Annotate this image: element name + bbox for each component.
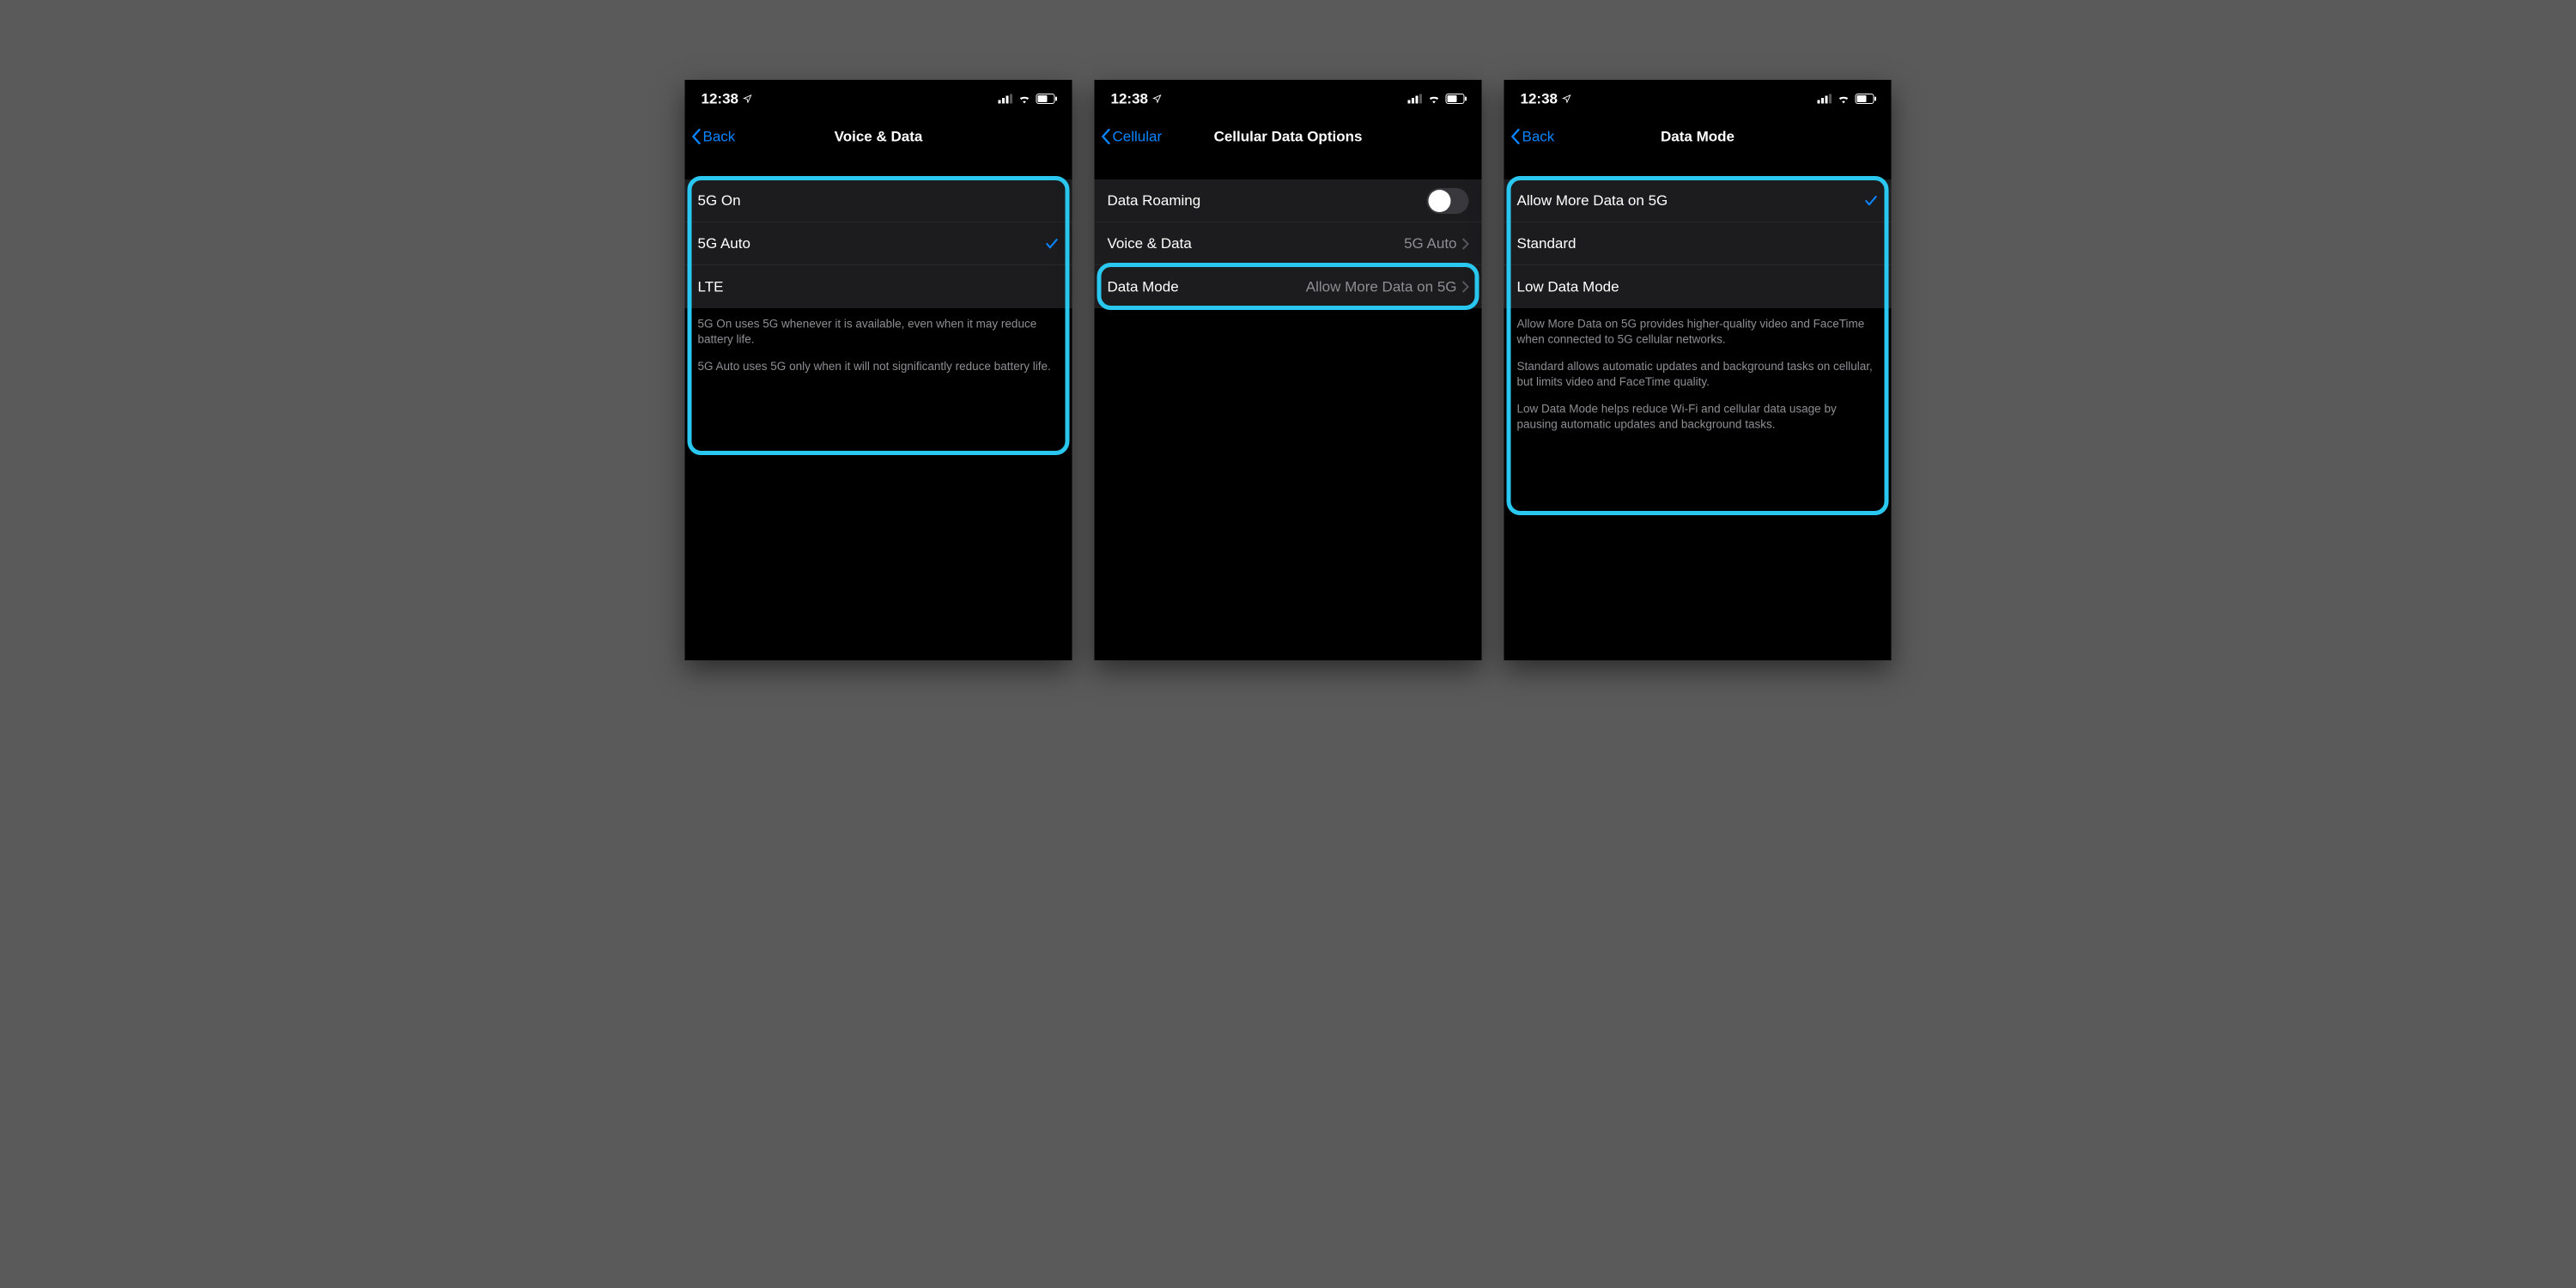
screen-data-mode: 12:38 Back Data Mode Allow More: [1504, 80, 1892, 660]
option-label: Low Data Mode: [1517, 278, 1619, 295]
wifi-icon: [1428, 94, 1441, 104]
option-standard[interactable]: Standard: [1504, 222, 1892, 265]
checkmark-icon: [1864, 193, 1879, 208]
footer-description: 5G On uses 5G whenever it is available, …: [685, 308, 1072, 374]
screen-cellular-data-options: 12:38 Cellular Cellular Data Options: [1095, 80, 1482, 660]
row-data-roaming[interactable]: Data Roaming: [1095, 179, 1482, 222]
status-time: 12:38: [1111, 90, 1148, 107]
row-label: Voice & Data: [1108, 235, 1192, 252]
screen-voice-and-data: 12:38 Back Voice & Data 5G On: [685, 80, 1072, 660]
back-button[interactable]: Back: [691, 128, 736, 145]
page-title: Voice & Data: [685, 128, 1072, 145]
option-lte[interactable]: LTE: [685, 265, 1072, 308]
chevron-right-icon: [1462, 238, 1469, 250]
voice-data-options-group: 5G On 5G Auto LTE: [685, 179, 1072, 308]
toggle-knob: [1429, 190, 1451, 212]
back-button[interactable]: Back: [1510, 128, 1555, 145]
battery-icon: [1856, 94, 1877, 104]
battery-icon: [1446, 94, 1467, 104]
checkmark-icon: [1045, 236, 1060, 251]
option-label: 5G Auto: [698, 235, 750, 252]
back-label: Back: [703, 128, 736, 145]
page-title: Data Mode: [1504, 128, 1892, 145]
option-allow-more-5g[interactable]: Allow More Data on 5G: [1504, 179, 1892, 222]
status-bar: 12:38: [1095, 80, 1482, 118]
chevron-left-icon: [691, 129, 702, 145]
status-bar: 12:38: [1504, 80, 1892, 118]
status-time: 12:38: [1521, 90, 1558, 107]
row-label: Data Mode: [1108, 278, 1179, 295]
row-value: 5G Auto: [1404, 235, 1456, 252]
status-time: 12:38: [702, 90, 738, 107]
wifi-icon: [1838, 94, 1850, 104]
footer-paragraph: Standard allows automatic updates and ba…: [1517, 358, 1879, 389]
footer-description: Allow More Data on 5G provides higher-qu…: [1504, 308, 1892, 432]
row-label: Data Roaming: [1108, 192, 1201, 210]
footer-paragraph: 5G On uses 5G whenever it is available, …: [698, 316, 1060, 347]
option-low-data-mode[interactable]: Low Data Mode: [1504, 265, 1892, 308]
back-label: Back: [1522, 128, 1555, 145]
back-button[interactable]: Cellular: [1101, 128, 1163, 145]
cellular-settings-group: Data Roaming Voice & Data 5G Auto Data M…: [1095, 179, 1482, 308]
back-label: Cellular: [1113, 128, 1163, 145]
row-voice-and-data[interactable]: Voice & Data 5G Auto: [1095, 222, 1482, 265]
status-bar: 12:38: [685, 80, 1072, 118]
cellular-signal-icon: [1818, 94, 1832, 104]
row-data-mode[interactable]: Data Mode Allow More Data on 5G: [1095, 265, 1482, 308]
option-5g-on[interactable]: 5G On: [685, 179, 1072, 222]
chevron-left-icon: [1510, 129, 1521, 145]
cellular-signal-icon: [999, 94, 1013, 104]
cellular-signal-icon: [1408, 94, 1423, 104]
footer-paragraph: Low Data Mode helps reduce Wi-Fi and cel…: [1517, 401, 1879, 432]
data-mode-options-group: Allow More Data on 5G Standard Low Data …: [1504, 179, 1892, 308]
option-label: LTE: [698, 278, 724, 295]
location-arrow-icon: [1152, 94, 1162, 104]
row-value: Allow More Data on 5G: [1306, 278, 1457, 295]
wifi-icon: [1018, 94, 1031, 104]
location-arrow-icon: [743, 94, 752, 104]
option-label: Standard: [1517, 235, 1577, 252]
battery-icon: [1036, 94, 1058, 104]
footer-paragraph: 5G Auto uses 5G only when it will not si…: [698, 358, 1060, 374]
option-5g-auto[interactable]: 5G Auto: [685, 222, 1072, 265]
option-label: Allow More Data on 5G: [1517, 192, 1668, 210]
nav-bar: Back Data Mode: [1504, 118, 1892, 155]
option-label: 5G On: [698, 192, 741, 210]
location-arrow-icon: [1562, 94, 1571, 104]
toggle-data-roaming[interactable]: [1427, 188, 1469, 214]
chevron-left-icon: [1101, 129, 1111, 145]
chevron-right-icon: [1462, 281, 1469, 293]
nav-bar: Back Voice & Data: [685, 118, 1072, 155]
footer-paragraph: Allow More Data on 5G provides higher-qu…: [1517, 316, 1879, 347]
nav-bar: Cellular Cellular Data Options: [1095, 118, 1482, 155]
